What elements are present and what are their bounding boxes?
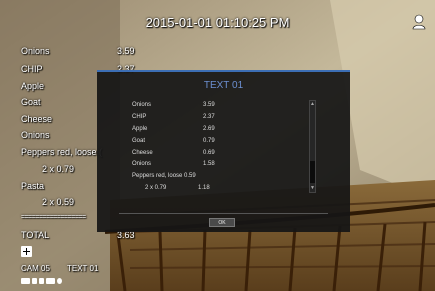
dialog-divider	[119, 213, 328, 214]
scroll-down-icon[interactable]: ▼	[310, 186, 315, 191]
event-icon	[46, 278, 55, 284]
dialog-item-price: 1.58	[203, 161, 215, 167]
dialog-item-price: 2.37	[203, 114, 215, 120]
scroll-thumb[interactable]	[310, 161, 315, 183]
dialog-item-name: Onions	[132, 102, 152, 108]
ok-button[interactable]: OK	[209, 218, 235, 227]
dialog-item-name: Goat	[132, 138, 146, 144]
receipt-item-name: Peppers red, loose (	[21, 147, 103, 157]
receipt-item-price: 3.59	[117, 46, 135, 56]
receipt-divider: ==================	[21, 214, 86, 221]
camera-screen: 2015-01-01 01:10:25 PM Onions 3.59 CHIP …	[0, 0, 435, 291]
audio-icon	[32, 278, 37, 284]
receipt-item-name: CHIP	[21, 64, 43, 74]
dialog-item-price: 1.18	[198, 185, 210, 191]
receipt-item-name: Goat	[21, 97, 41, 107]
receipt-item-name: Cheese	[21, 114, 53, 124]
status-icon-bar	[21, 278, 62, 284]
dialog-item-name: Peppers red, loose 0.59	[132, 173, 196, 179]
dialog-item-name: CHIP	[132, 114, 147, 120]
camera-name: CAM 05	[21, 264, 50, 273]
camera-text-label: TEXT 01	[67, 264, 99, 273]
alarm-icon	[57, 278, 62, 284]
dialog-item-name: Apple	[132, 126, 148, 132]
dialog-scrollbar[interactable]: ▲ ▼	[309, 100, 316, 193]
receipt-item-name: Pasta	[21, 181, 45, 191]
timestamp: 2015-01-01 01:10:25 PM	[145, 15, 290, 30]
dialog-item-price: 2.69	[203, 126, 215, 132]
receipt-total-label: TOTAL	[21, 230, 50, 240]
scroll-up-icon[interactable]: ▲	[310, 102, 315, 107]
receipt-item-name: Onions	[21, 130, 50, 140]
plus-icon[interactable]	[21, 246, 32, 257]
dialog-item-name: 2 x 0.79	[145, 185, 167, 191]
dialog-item-price: 0.79	[203, 138, 215, 144]
receipt-item-name: 2 x 0.79	[42, 164, 75, 174]
motion-icon	[39, 278, 44, 284]
dialog-item-price: 0.69	[203, 150, 215, 156]
dialog-item-price: 3.59	[203, 102, 215, 108]
dialog-item-name: Onions	[132, 161, 152, 167]
receipt-item-name: Apple	[21, 81, 45, 91]
user-icon[interactable]	[412, 14, 426, 30]
text-dialog: TEXT 01 Onions 3.59 CHIP 2.37 Apple 2.69…	[97, 70, 350, 232]
record-icon	[21, 278, 30, 284]
receipt-item-name: Onions	[21, 46, 50, 56]
receipt-item-name: 2 x 0.59	[42, 197, 75, 207]
dialog-item-name: Cheese	[132, 150, 153, 156]
dialog-title: TEXT 01	[203, 80, 244, 91]
